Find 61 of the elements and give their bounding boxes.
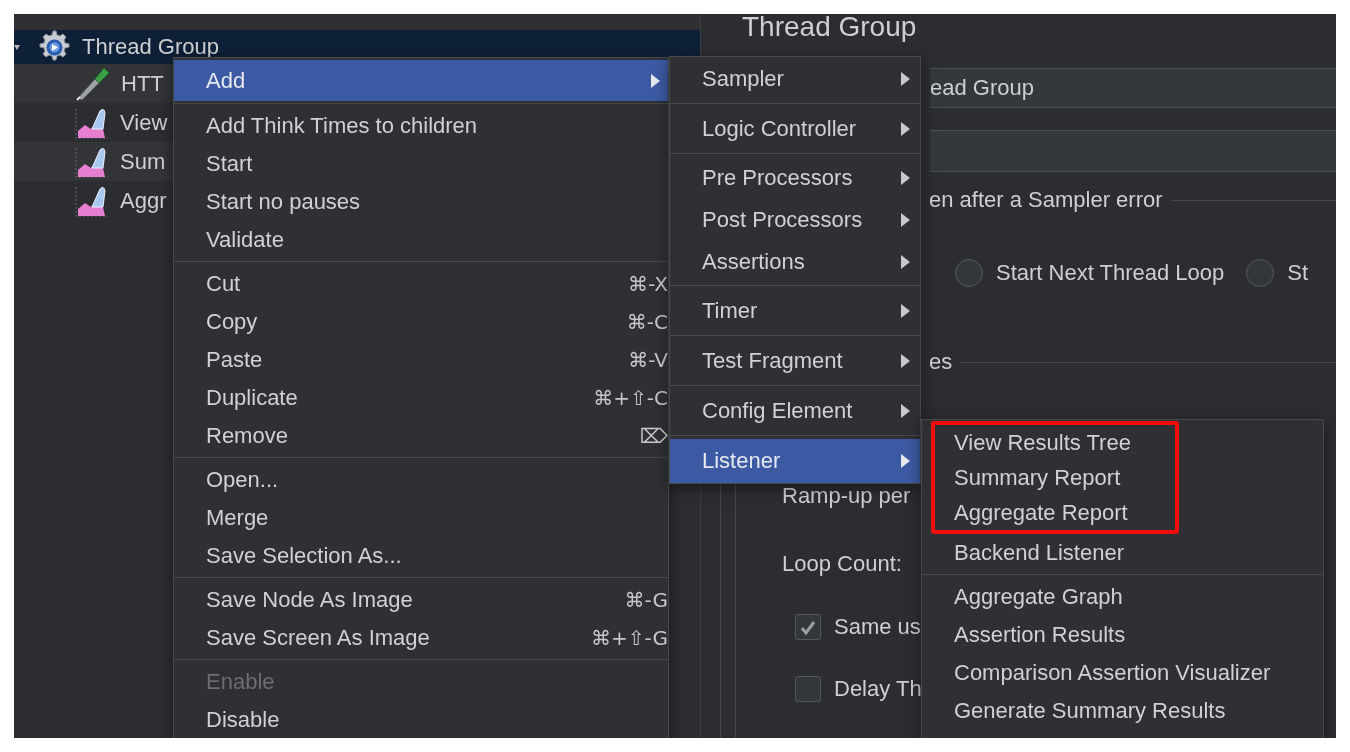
- menu-item[interactable]: Test Fragment: [670, 339, 920, 383]
- name-field[interactable]: ead Group: [930, 68, 1336, 108]
- expand-icon[interactable]: [14, 42, 20, 52]
- menu-item[interactable]: Add Think Times to children: [174, 107, 668, 145]
- menu-item[interactable]: Paste ⌘-V: [174, 341, 668, 379]
- tree-item-label[interactable]: View: [120, 109, 168, 136]
- shortcut-label: ⌘+⇧-C: [593, 386, 668, 410]
- shortcut-label: ⌘+⇧-G: [591, 626, 668, 650]
- checkbox[interactable]: [795, 614, 821, 640]
- menu-item[interactable]: Validate: [174, 221, 668, 259]
- menu-item[interactable]: Remove ⌦: [174, 417, 668, 455]
- group-legend: en after a Sampler error: [929, 187, 1163, 213]
- checkbox-label[interactable]: Delay Th: [834, 676, 922, 702]
- menu-item[interactable]: Merge: [174, 499, 668, 537]
- group-legend: es: [929, 349, 953, 375]
- menu-item[interactable]: Aggregate Graph: [922, 578, 1323, 616]
- tree-item-label[interactable]: HTT: [121, 70, 164, 97]
- shortcut-label: ⌦: [639, 424, 668, 448]
- menu-item[interactable]: Generate Summary Results: [922, 692, 1323, 730]
- menu-item[interactable]: Start: [174, 145, 668, 183]
- shortcut-label: ⌘-G: [624, 588, 668, 612]
- menu-item[interactable]: Cut ⌘-X: [174, 265, 668, 303]
- menu-item[interactable]: Assertions: [670, 241, 920, 283]
- menu-item[interactable]: Backend Listener: [922, 534, 1323, 572]
- menu-item[interactable]: Duplicate ⌘+⇧-C: [174, 379, 668, 417]
- checkbox[interactable]: [795, 676, 821, 702]
- menu-item[interactable]: Post Processors: [670, 199, 920, 241]
- radio-button[interactable]: [955, 259, 983, 287]
- pipette-icon: [75, 66, 110, 101]
- radio-button[interactable]: [1246, 259, 1275, 287]
- shortcut-label: ⌘-C: [626, 310, 668, 334]
- menu-item[interactable]: Listener: [670, 439, 920, 483]
- menu-item[interactable]: Start no pauses: [174, 183, 668, 221]
- menu-item[interactable]: Timer: [670, 289, 920, 333]
- tree-item-label[interactable]: Aggr: [120, 187, 167, 214]
- field-label: Loop Count:: [782, 551, 902, 577]
- menu-item[interactable]: Open...: [174, 461, 668, 499]
- radio-label[interactable]: Start Next Thread Loop: [996, 260, 1225, 286]
- checkmark-icon: [799, 618, 817, 636]
- comments-field[interactable]: [930, 130, 1336, 172]
- menu-item[interactable]: Aggregate Report: [935, 495, 1175, 530]
- menu-item[interactable]: Save Node As Image ⌘-G: [174, 581, 668, 619]
- shortcut-label: ⌘-X: [628, 272, 668, 296]
- checkbox-label[interactable]: Same us: [834, 614, 921, 640]
- menu-item[interactable]: Config Element: [670, 389, 920, 433]
- menu-item[interactable]: Save Screen As Image ⌘+⇧-G: [174, 619, 668, 657]
- menu-item[interactable]: Add: [174, 60, 668, 101]
- menu-item[interactable]: Comparison Assertion Visualizer: [922, 654, 1323, 692]
- tree-item-label[interactable]: Sum: [120, 148, 166, 175]
- menu-item[interactable]: Assertion Results: [922, 616, 1323, 654]
- menu-item[interactable]: Logic Controller: [670, 107, 920, 151]
- menu-item[interactable]: Summary Report: [935, 460, 1175, 495]
- shortcut-label: ⌘-V: [628, 348, 668, 372]
- menu-item[interactable]: Disable: [174, 701, 668, 738]
- panel-title: Thread Group: [742, 14, 918, 42]
- menu-item[interactable]: Copy ⌘-C: [174, 303, 668, 341]
- menu-item[interactable]: View Results Tree: [935, 425, 1175, 460]
- menu-item[interactable]: Pre Processors: [670, 157, 920, 199]
- menu-item[interactable]: Save Selection As...: [174, 537, 668, 575]
- field-label: Ramp-up per: [782, 483, 911, 509]
- radio-label[interactable]: St: [1287, 260, 1309, 286]
